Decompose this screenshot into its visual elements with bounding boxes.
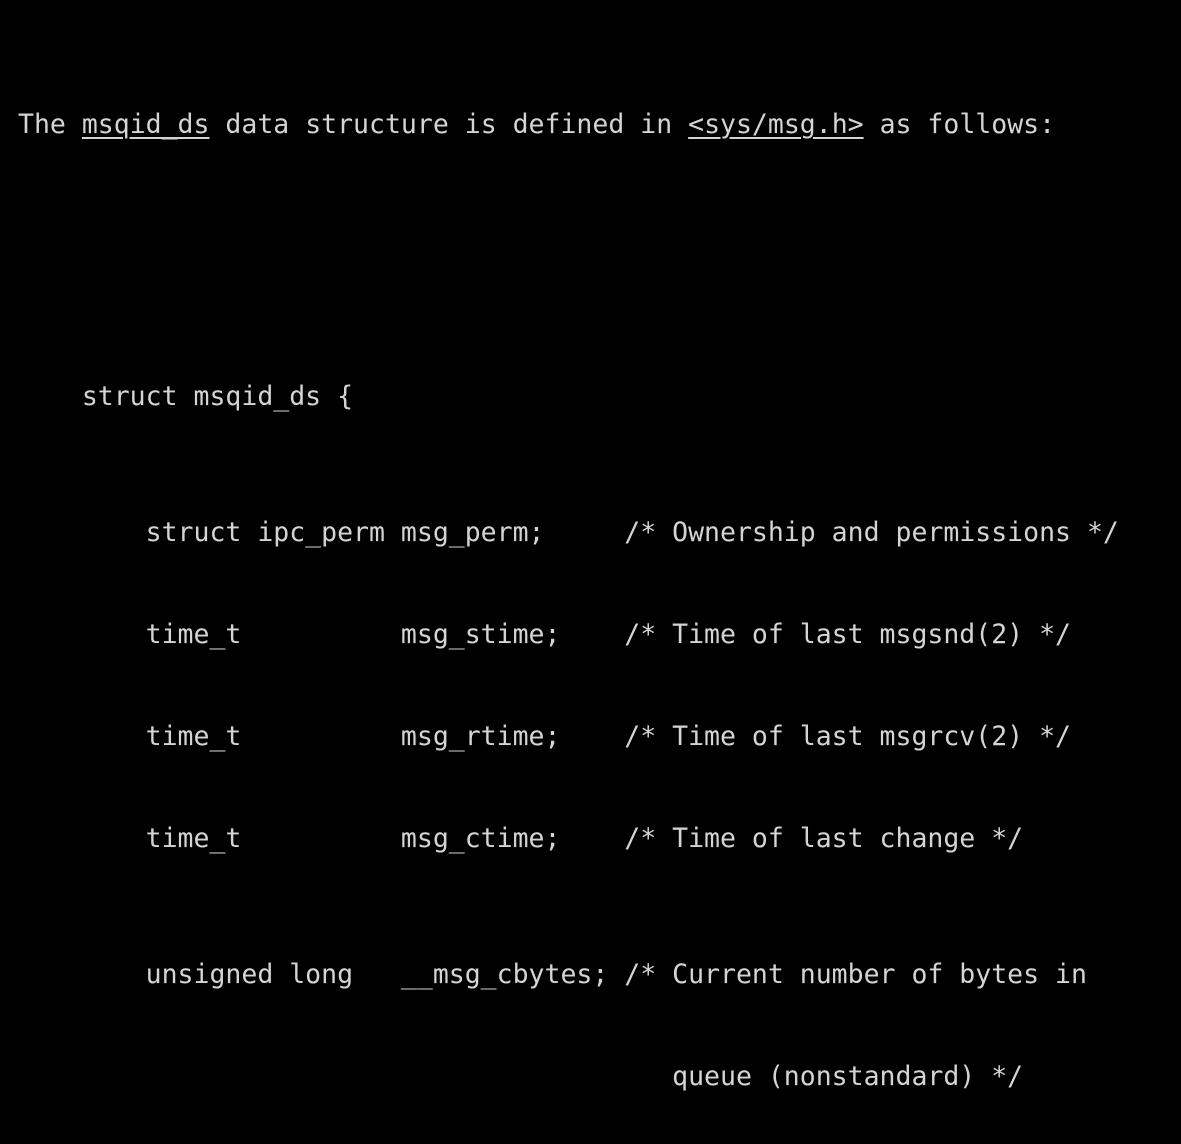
struct-name-link[interactable]: msqid_ds <box>82 109 210 140</box>
intro-before: The <box>18 109 82 140</box>
manual-page-view: The msqid_ds data structure is defined i… <box>0 0 1181 1092</box>
blank-line-1 <box>18 244 1119 278</box>
field-line-msg-perm: struct ipc_perm msg_perm; /* Ownership a… <box>18 517 1119 548</box>
code-block: The msqid_ds data structure is defined i… <box>18 6 1119 1144</box>
intro-middle: data structure is defined in <box>209 109 689 140</box>
struct-open-line: struct msqid_ds { <box>18 381 354 412</box>
header-file-link[interactable]: <sys/msg.h> <box>688 109 864 140</box>
intro-after: as follows: <box>863 109 1056 140</box>
field-line-msg-cbytes: unsigned long __msg_cbytes; /* Current n… <box>18 959 1087 990</box>
intro-sentence: The msqid_ds data structure is defined i… <box>18 108 1119 142</box>
field-line-msg-cbytes-continuation: queue (nonstandard) */ <box>18 1061 1024 1092</box>
field-line-msg-rtime: time_t msg_rtime; /* Time of last msgrcv… <box>18 721 1071 752</box>
field-line-msg-ctime: time_t msg_ctime; /* Time of last change… <box>18 823 1024 854</box>
field-line-msg-stime: time_t msg_stime; /* Time of last msgsnd… <box>18 619 1071 650</box>
